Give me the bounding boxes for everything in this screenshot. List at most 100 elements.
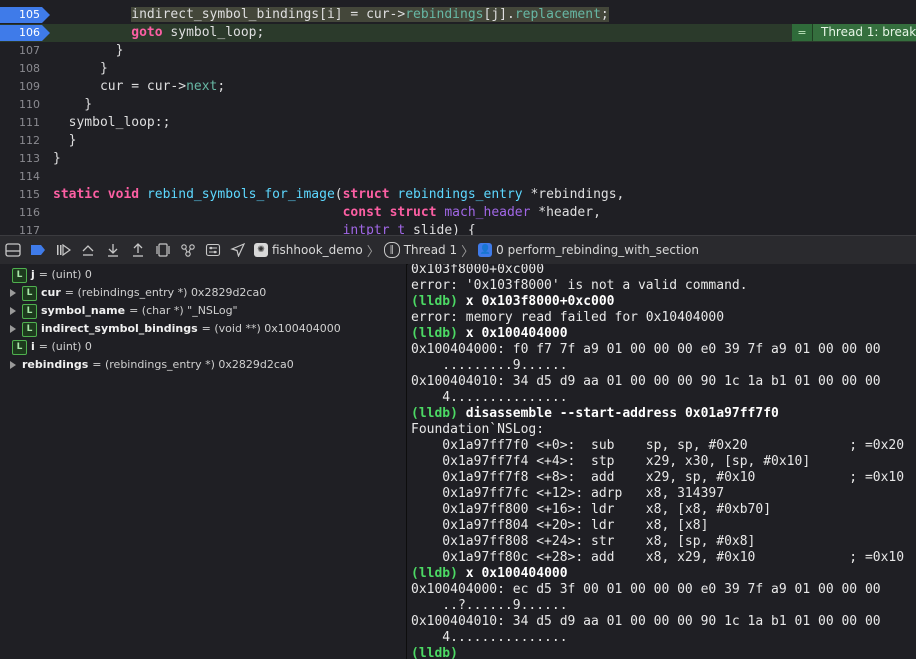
app-icon: ✺: [254, 243, 268, 257]
console-line: (lldb) x 0x100404000: [411, 566, 568, 582]
variable-value: = (char *) "_NSLog": [129, 304, 238, 317]
variable-row[interactable]: Lcur = (rebindings_entry *) 0x2829d2ca0: [10, 284, 266, 302]
code-line[interactable]: 105 indirect_symbol_bindings[i] = cur->r…: [0, 6, 916, 24]
breadcrumb-project[interactable]: ✺ fishhook_demo: [254, 243, 363, 257]
code-line[interactable]: 107 }: [0, 42, 916, 60]
variable-row[interactable]: Li = (uint) 0: [12, 338, 92, 356]
variable-row[interactable]: rebindings = (rebindings_entry *) 0x2829d…: [10, 356, 294, 374]
chevron-right-icon: 〉: [461, 244, 475, 260]
console-line: error: '0x103f8000' is not a valid comma…: [411, 278, 748, 294]
step-over-button[interactable]: [75, 240, 100, 260]
line-gutter[interactable]: 115: [0, 186, 44, 204]
code-token: rebindings: [405, 7, 484, 22]
console-line: 0x100404000: ec d5 3f 00 01 00 00 00 e0 …: [411, 582, 881, 598]
line-gutter[interactable]: 112: [0, 132, 44, 150]
line-gutter[interactable]: 114: [0, 168, 44, 186]
code-line[interactable]: 108 }: [0, 60, 916, 78]
line-gutter[interactable]: 111: [0, 114, 44, 132]
console-line: 0x1a97ff7f4 <+4>: stp x29, x30, [sp, #0x…: [411, 454, 810, 470]
debug-bar: ✺ fishhook_demo 〉 ‖ Thread 1 〉 👤 0 perfo…: [0, 235, 916, 265]
variable-row[interactable]: Lj = (uint) 0: [12, 266, 92, 284]
line-gutter[interactable]: 117: [0, 222, 44, 235]
lldb-command: x 0x100404000: [465, 326, 568, 341]
code-line[interactable]: 112 }: [0, 132, 916, 150]
code-token: next: [186, 79, 218, 94]
disclosure-triangle-icon[interactable]: [10, 307, 16, 315]
line-number: 107: [19, 44, 40, 57]
code-line[interactable]: 116 const struct mach_header *header,: [0, 204, 916, 222]
code-token: static: [53, 187, 100, 202]
variable-name: j: [31, 268, 35, 281]
code-line[interactable]: 109 cur = cur->next;: [0, 78, 916, 96]
code-line[interactable]: 117 intptr_t slide) {: [0, 222, 916, 235]
code-token: *header,: [530, 205, 601, 220]
disclosure-triangle-icon[interactable]: [10, 325, 16, 333]
environment-overrides-button[interactable]: [200, 240, 225, 260]
breakpoint-marker[interactable]: 106: [0, 25, 50, 41]
line-number: 109: [19, 80, 40, 93]
local-variable-icon: L: [12, 339, 27, 355]
toggle-debug-area-button[interactable]: [0, 240, 25, 260]
view-hierarchy-button[interactable]: [150, 240, 175, 260]
code-line[interactable]: 106 goto symbol_loop;: [0, 24, 916, 42]
code-token: ;: [600, 7, 609, 22]
code-token: }: [53, 133, 77, 148]
local-variable-icon: L: [22, 321, 37, 337]
code-token: }: [53, 61, 108, 76]
lldb-console[interactable]: 0x103f8000+0xc000 error: '0x103f8000' is …: [408, 264, 916, 659]
local-variable-icon: L: [22, 303, 37, 319]
variable-row[interactable]: Lindirect_symbol_bindings = (void **) 0x1…: [10, 320, 341, 338]
code-line[interactable]: 114: [0, 168, 916, 186]
chevron-right-icon: 〉: [366, 244, 380, 260]
simulate-location-button[interactable]: [225, 240, 250, 260]
console-output: 0x1a97ff7f8 <+8>: add x29, sp, #0x10 ; =…: [411, 470, 905, 485]
layers-icon: [155, 243, 170, 257]
code-line[interactable]: 115 static void rebind_symbols_for_image(…: [0, 186, 916, 204]
code-token: }: [53, 97, 93, 112]
thread-breakpoint-badge[interactable]: = Thread 1: breakpoint: [792, 24, 916, 41]
step-out-button[interactable]: [125, 240, 150, 260]
code-text: cur = cur->next;: [53, 78, 225, 96]
code-line[interactable]: 113}: [0, 150, 916, 168]
line-gutter[interactable]: 113: [0, 150, 44, 168]
variables-view[interactable]: Lj = (uint) 0 Lcur = (rebindings_entry *) 0…: [0, 264, 407, 659]
console-line: (lldb) x 0x100404000: [411, 326, 568, 342]
disclosure-triangle-icon[interactable]: [10, 361, 16, 369]
line-gutter[interactable]: 108: [0, 60, 44, 78]
line-number: 112: [19, 134, 40, 147]
line-number: 111: [19, 116, 40, 129]
code-token: struct: [389, 205, 437, 220]
code-text: }: [53, 60, 108, 78]
variable-row[interactable]: Lsymbol_name = (char *) "_NSLog": [10, 302, 238, 320]
breakpoints-toggle-button[interactable]: [25, 240, 50, 260]
memory-graph-button[interactable]: [175, 240, 200, 260]
code-token: (: [334, 187, 343, 202]
line-number: 115: [19, 188, 40, 201]
breadcrumb-thread[interactable]: ‖ Thread 1: [383, 242, 457, 258]
console-output: 0x100404000: f0 f7 7f a9 01 00 00 00 e0 …: [411, 342, 881, 357]
line-gutter[interactable]: 109: [0, 78, 44, 96]
local-variable-icon: L: [12, 267, 27, 283]
line-gutter[interactable]: 110: [0, 96, 44, 114]
line-gutter[interactable]: 107: [0, 42, 44, 60]
line-gutter[interactable]: 116: [0, 204, 44, 222]
code-token: const: [342, 205, 382, 220]
continue-button[interactable]: [50, 240, 75, 260]
console-output: Foundation`NSLog:: [411, 422, 545, 437]
disclosure-triangle-icon[interactable]: [10, 289, 16, 297]
step-into-button[interactable]: [100, 240, 125, 260]
source-editor[interactable]: 105 indirect_symbol_bindings[i] = cur->r…: [0, 0, 916, 235]
code-text: }: [53, 96, 92, 114]
breadcrumb-frame[interactable]: 👤 0 perform_rebinding_with_section: [478, 243, 699, 257]
code-line[interactable]: 111 symbol_loop:;: [0, 114, 916, 132]
console-line: 0x1a97ff800 <+16>: ldr x8, [x8, #0xb70]: [411, 502, 771, 518]
console-output: 0x1a97ff7f4 <+4>: stp x29, x30, [sp, #0x…: [411, 454, 811, 469]
console-output: ..?......9......: [411, 598, 568, 613]
code-token: struct: [342, 187, 390, 202]
breakpoint-marker[interactable]: 105: [0, 7, 50, 23]
code-line[interactable]: 110 }: [0, 96, 916, 114]
console-output: 0x100404010: 34 d5 d9 aa 01 00 00 00 90 …: [411, 614, 881, 629]
code-token: indirect_symbol_bindings[i] = cur->: [131, 7, 406, 22]
